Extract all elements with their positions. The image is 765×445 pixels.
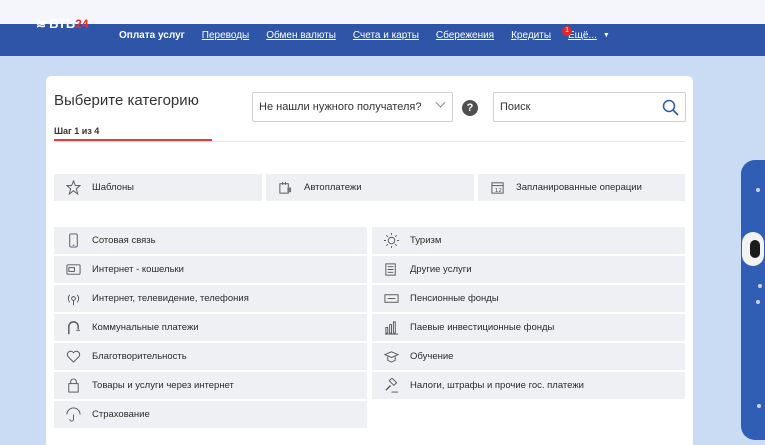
shortcut-templates[interactable]: Шаблоны xyxy=(54,174,262,201)
step-indicator: Шаг 1 из 4 xyxy=(54,126,100,136)
nav-item-credits[interactable]: Кредиты xyxy=(511,30,551,41)
shopping-bag-icon xyxy=(65,378,81,394)
category-label: Интернет - кошельки xyxy=(92,264,184,275)
page-title: Выберите категорию xyxy=(54,92,199,109)
shortcut-label: Запланированные операции xyxy=(516,182,642,193)
category-utilities[interactable]: Коммунальные платежи xyxy=(54,314,367,341)
category-e-wallets[interactable]: Интернет - кошельки xyxy=(54,256,367,283)
category-mutual-funds[interactable]: Паевые инвестиционные фонды xyxy=(372,314,685,341)
shortcut-label: Автоплатежи xyxy=(304,182,362,193)
browser-top-strip xyxy=(0,0,765,24)
category-education[interactable]: Обучение xyxy=(372,343,685,370)
category-mobile[interactable]: Сотовая связь xyxy=(54,227,367,254)
category-label: Паевые инвестиционные фонды xyxy=(410,322,555,333)
category-online-goods[interactable]: Товары и услуги через интернет xyxy=(54,372,367,399)
category-internet-tv-phone[interactable]: Интернет, телевидение, телефония xyxy=(54,285,367,312)
category-label: Интернет, телевидение, телефония xyxy=(92,293,249,304)
nav-item-savings[interactable]: Сбережения xyxy=(436,30,494,41)
category-label: Пенсионные фонды xyxy=(410,293,499,304)
umbrella-icon xyxy=(65,407,81,423)
nav-more-dropdown[interactable]: 1 Ещё... ▼ xyxy=(562,26,610,41)
gavel-icon xyxy=(383,378,399,394)
decoration-dot xyxy=(758,284,762,288)
category-pension-funds[interactable]: Пенсионные фонды xyxy=(372,285,685,312)
autopay-icon xyxy=(277,180,293,196)
category-label: Коммунальные платежи xyxy=(92,322,199,333)
nav-more-label: Ещё... xyxy=(568,30,597,41)
pension-icon xyxy=(383,291,399,307)
decoration-dot xyxy=(756,188,760,192)
recipient-not-found-select[interactable]: Не нашли нужного получателя? xyxy=(252,92,453,122)
category-label: Туризм xyxy=(410,235,442,246)
pipe-icon xyxy=(65,320,81,336)
graduation-cap-icon xyxy=(383,349,399,365)
vtb24-logo[interactable]: ≋ ВТБ 24 xyxy=(36,16,89,31)
search-icon[interactable] xyxy=(662,99,679,119)
nav-item-transfers[interactable]: Переводы xyxy=(202,30,249,41)
notification-badge: 1 xyxy=(562,26,573,36)
nav-item-payments[interactable]: Оплата услуг xyxy=(119,30,185,41)
chevron-down-icon xyxy=(435,97,446,108)
category-label: Обучение xyxy=(410,351,454,362)
star-icon xyxy=(65,180,81,196)
wallet-icon xyxy=(65,262,81,278)
category-label: Сотовая связь xyxy=(92,235,156,246)
select-value: Не нашли нужного получателя? xyxy=(259,101,422,113)
category-tourism[interactable]: Туризм xyxy=(372,227,685,254)
phone-icon xyxy=(65,233,81,249)
heart-icon xyxy=(65,349,81,365)
broadcast-icon xyxy=(65,291,81,307)
search-input[interactable]: Поиск xyxy=(493,92,686,122)
decoration-dot xyxy=(756,300,760,304)
category-label: Другие услуги xyxy=(410,264,472,275)
nav-item-currency-exchange[interactable]: Обмен валюты xyxy=(266,30,336,41)
calendar-icon: 12 xyxy=(489,180,505,196)
category-label: Благотворительность xyxy=(92,351,187,362)
category-label: Страхование xyxy=(92,409,150,420)
shortcut-autopayments[interactable]: Автоплатежи xyxy=(266,174,474,201)
category-charity[interactable]: Благотворительность xyxy=(54,343,367,370)
logo-wave-icon: ≋ xyxy=(36,16,47,31)
category-taxes-fines[interactable]: Налоги, штрафы и прочие гос. платежи xyxy=(372,372,685,399)
logo-number: 24 xyxy=(75,16,89,31)
nav-menu: Оплата услуг Переводы Обмен валюты Счета… xyxy=(119,26,610,41)
nav-item-accounts-cards[interactable]: Счета и карты xyxy=(353,30,419,41)
sun-icon xyxy=(383,233,399,249)
help-icon[interactable]: ? xyxy=(462,100,478,116)
logo-text: ВТБ xyxy=(49,16,76,31)
category-other-services[interactable]: Другие услуги xyxy=(372,256,685,283)
search-placeholder: Поиск xyxy=(500,101,531,113)
chevron-down-icon: ▼ xyxy=(602,31,610,39)
category-label: Налоги, штрафы и прочие гос. платежи xyxy=(410,380,584,391)
category-insurance[interactable]: Страхование xyxy=(54,401,367,428)
bars-icon xyxy=(383,320,399,336)
list-icon xyxy=(383,262,399,278)
side-widget-decoration xyxy=(741,160,765,440)
shortcut-label: Шаблоны xyxy=(92,182,135,193)
svg-text:12: 12 xyxy=(494,188,501,194)
shortcut-scheduled-operations[interactable]: 12 Запланированные операции xyxy=(478,174,685,201)
side-widget-eye xyxy=(750,240,760,258)
category-label: Товары и услуги через интернет xyxy=(92,380,234,391)
header-divider xyxy=(54,141,685,142)
decoration-dot xyxy=(757,404,761,408)
